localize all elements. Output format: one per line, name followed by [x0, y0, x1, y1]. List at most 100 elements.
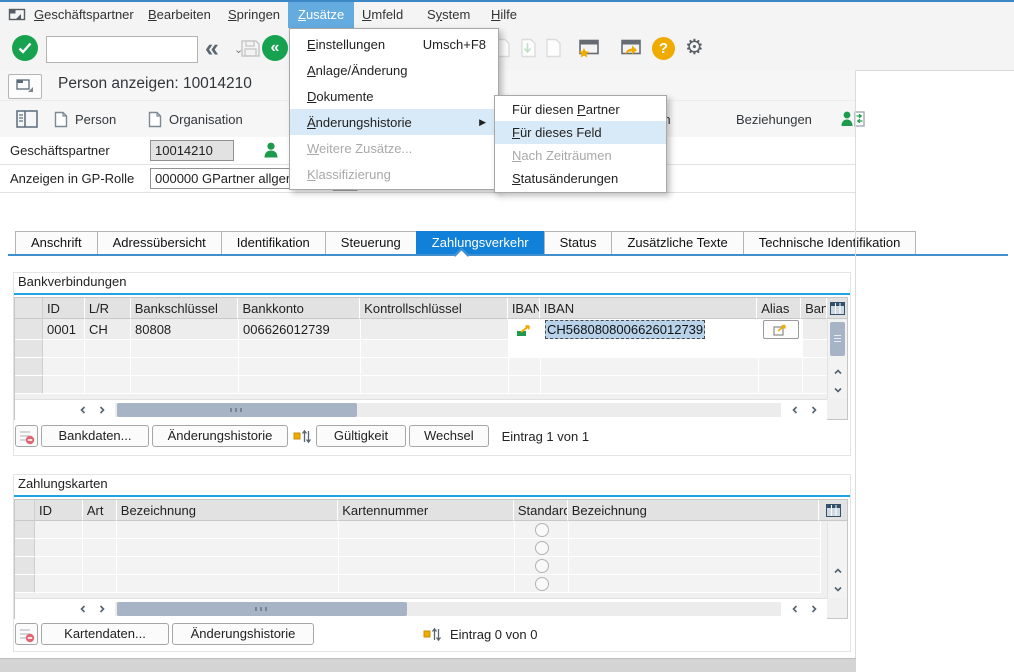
menu-hilfe[interactable]: Hilfe [491, 2, 517, 28]
iban-value-selected[interactable]: CH5680808006626012739 [545, 320, 705, 339]
scroll-left-icon[interactable] [785, 401, 804, 419]
new-session-icon[interactable] [577, 39, 600, 58]
tab-anschrift[interactable]: Anschrift [15, 231, 98, 255]
beziehungen-button[interactable]: Beziehungen [736, 101, 812, 137]
submenu-item-fuer-diesen-partner[interactable]: Für diesen Partner [495, 98, 666, 121]
card-horizontal-scrollbar[interactable] [15, 598, 827, 619]
menu-zusaetze[interactable]: Zusätze [288, 2, 354, 28]
exit-button[interactable]: « [262, 35, 288, 61]
command-field[interactable]: ⌄ [46, 36, 198, 63]
session-menu-icon[interactable] [8, 7, 28, 23]
card-col-kartennummer[interactable]: Kartennummer [338, 500, 514, 521]
row-selector[interactable] [15, 575, 35, 593]
bank-table-row[interactable]: 0001 CH 80808 006626012739 CH56808080066… [15, 319, 847, 340]
card-col-id[interactable]: ID [35, 500, 83, 521]
bank-col-iban[interactable]: IBAN [540, 298, 757, 319]
scroll-right-icon[interactable] [804, 600, 823, 618]
scroll-left-icon[interactable] [785, 600, 804, 618]
scroll-up-icon[interactable] [828, 363, 847, 381]
menu-item-einstellungen[interactable]: Einstellungen Umsch+F8 [290, 31, 498, 57]
aenderungshistorie-button[interactable]: Änderungshistorie [172, 623, 314, 645]
menu-springen[interactable]: Springen [228, 2, 280, 28]
scroll-down-icon[interactable] [828, 381, 847, 399]
menu-item-anlage-aenderung[interactable]: Anlage/Änderung [290, 57, 498, 83]
submenu-item-fuer-dieses-feld[interactable]: Für dieses Feld [495, 121, 666, 144]
cell-kontrollschluessel[interactable] [361, 319, 509, 340]
table-settings-icon[interactable] [827, 298, 847, 319]
row-selector[interactable] [15, 319, 43, 340]
tab-status[interactable]: Status [544, 231, 613, 255]
scrollbar-track[interactable] [115, 602, 781, 616]
compare-icon[interactable] [421, 623, 443, 645]
help-icon[interactable]: ? [652, 37, 675, 60]
partner-number-field[interactable]: 10014210 [150, 140, 234, 161]
kartendaten-button[interactable]: Kartendaten... [41, 623, 169, 645]
locator-toggle-button[interactable] [16, 101, 38, 137]
compare-icon[interactable] [291, 425, 313, 447]
card-col-bezeichnung2[interactable]: Bezeichnung [568, 500, 819, 521]
row-selector[interactable] [15, 376, 43, 394]
menu-bearbeiten[interactable]: Bearbeiten [148, 2, 211, 28]
command-input[interactable] [47, 38, 229, 61]
bank-col-bankschluessel[interactable]: Bankschlüssel [131, 298, 239, 319]
row-selector[interactable] [15, 340, 43, 358]
cell-iban[interactable]: CH5680808006626012739 [541, 319, 759, 340]
card-col-standard[interactable]: Standard [514, 500, 568, 521]
scroll-right-icon[interactable] [92, 401, 111, 419]
bank-horizontal-scrollbar[interactable] [15, 399, 827, 420]
tab-zahlungsverkehr[interactable]: Zahlungsverkehr [416, 231, 545, 255]
menu-item-aenderungshistorie[interactable]: Änderungshistorie ▶ [290, 109, 498, 135]
tab-adressuebersicht[interactable]: Adressübersicht [97, 231, 222, 255]
cell-bankschluessel[interactable]: 80808 [131, 319, 239, 340]
scrollbar-thumb[interactable] [117, 602, 407, 616]
bank-col-bankkonto[interactable]: Bankkonto [238, 298, 360, 319]
card-col-art[interactable]: Art [83, 500, 117, 521]
scroll-right-icon[interactable] [804, 401, 823, 419]
iban-display-button[interactable] [509, 319, 541, 340]
row-selector[interactable] [15, 358, 43, 376]
alias-cell[interactable] [759, 319, 803, 340]
tab-steuerung[interactable]: Steuerung [325, 231, 417, 255]
scrollbar-thumb[interactable] [117, 403, 357, 417]
back-icon[interactable]: « [205, 34, 219, 62]
bank-col-kontrollschluessel[interactable]: Kontrollschlüssel [360, 298, 508, 319]
wechsel-button[interactable]: Wechsel [409, 425, 489, 447]
scroll-up-icon[interactable] [828, 562, 847, 580]
menu-geschaeftspartner[interactable]: Geschäftspartner [34, 2, 134, 28]
cell-bankkonto[interactable]: 006626012739 [239, 319, 361, 340]
scroll-down-icon[interactable] [828, 580, 847, 598]
bank-vertical-scrollbar[interactable] [827, 320, 847, 399]
row-selector[interactable] [15, 521, 35, 539]
bankdaten-button[interactable]: Bankdaten... [41, 425, 149, 447]
scrollbar-thumb[interactable] [830, 322, 845, 356]
scroll-left-icon[interactable] [73, 600, 92, 618]
cell-bank[interactable] [803, 319, 829, 340]
bank-col-id[interactable]: ID [43, 298, 85, 319]
enter-button[interactable] [12, 35, 38, 61]
tab-identifikation[interactable]: Identifikation [221, 231, 326, 255]
organisation-button[interactable]: Organisation [148, 101, 243, 137]
bank-col-iban-icon[interactable]: IBAN [508, 298, 540, 319]
gueltigkeit-button[interactable]: Gültigkeit [316, 425, 406, 447]
delete-row-button[interactable] [15, 425, 38, 447]
scroll-left-icon[interactable] [73, 401, 92, 419]
scrollbar-track[interactable] [115, 403, 781, 417]
alias-button[interactable] [763, 320, 799, 339]
cell-lr[interactable]: CH [85, 319, 131, 340]
row-selector[interactable] [15, 557, 35, 575]
bank-col-alias[interactable]: Alias [757, 298, 801, 319]
bank-col-bank[interactable]: Bank [801, 298, 827, 319]
menu-item-dokumente[interactable]: Dokumente [290, 83, 498, 109]
create-shortcut-icon[interactable] [619, 39, 642, 58]
tab-zusaetzliche-texte[interactable]: Zusätzliche Texte [611, 231, 743, 255]
menu-umfeld[interactable]: Umfeld [362, 2, 403, 28]
card-col-bezeichnung[interactable]: Bezeichnung [117, 500, 338, 521]
menu-system[interactable]: System [427, 2, 470, 28]
table-settings-icon[interactable] [819, 500, 847, 521]
scroll-right-icon[interactable] [92, 600, 111, 618]
aenderungshistorie-button[interactable]: Änderungshistorie [152, 425, 288, 447]
services-menu-button[interactable] [8, 74, 42, 99]
delete-row-button[interactable] [15, 623, 38, 645]
bank-col-lr[interactable]: L/R [85, 298, 131, 319]
tab-technische-identifikation[interactable]: Technische Identifikation [743, 231, 917, 255]
